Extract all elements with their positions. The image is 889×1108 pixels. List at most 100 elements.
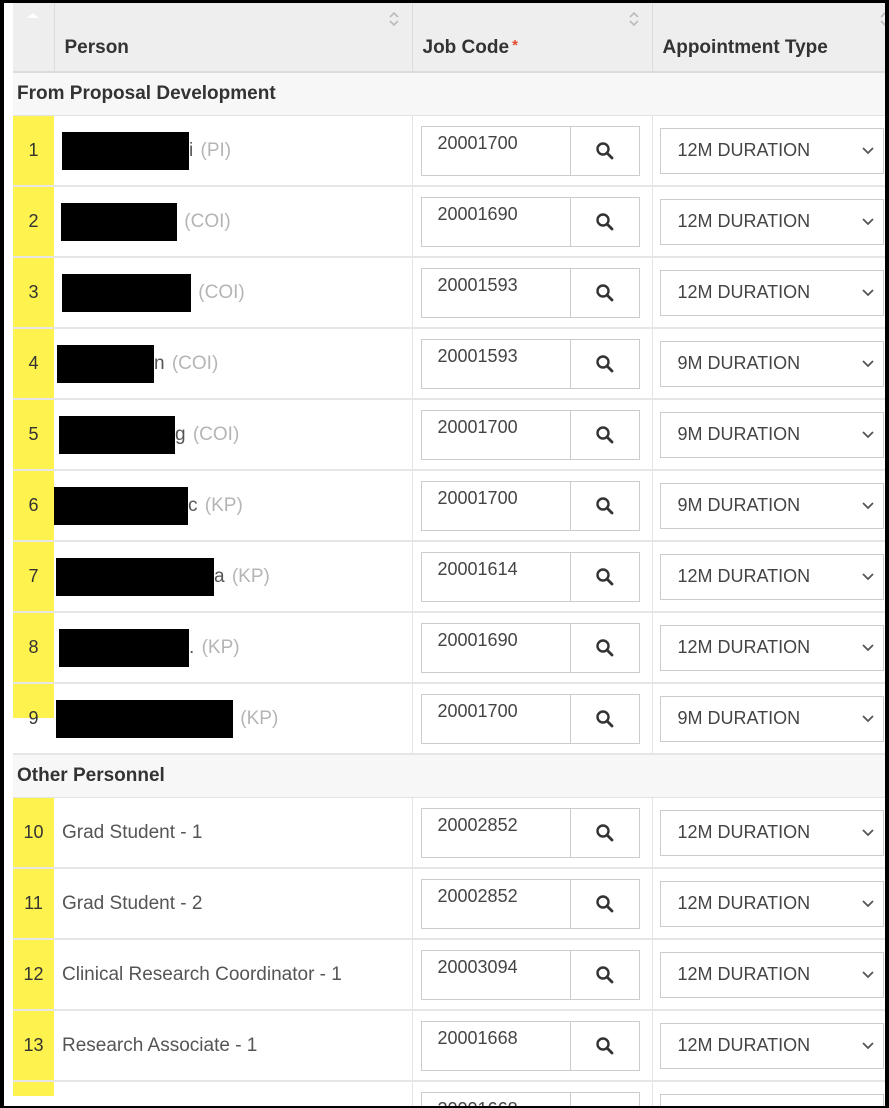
job-code-search-button[interactable] [571, 1022, 639, 1070]
job-code-search-button[interactable] [571, 951, 639, 999]
person-name-suffix: n [154, 352, 165, 374]
appointment-type-select[interactable]: 12M DURATION [659, 624, 884, 671]
group-title: From Proposal Development [13, 72, 885, 116]
sort-icon[interactable] [879, 11, 885, 27]
appointment-type-select[interactable]: 12M DURATION [659, 880, 884, 927]
job-code-input[interactable]: 20001668 [422, 1092, 571, 1106]
row-number: 3 [13, 257, 54, 329]
person-cell: n (COI) [54, 328, 413, 400]
appointment-type-value: 12M DURATION [677, 964, 811, 984]
job-code-input[interactable]: 20001614 [422, 552, 571, 601]
job-code-cell: 20001700 [412, 470, 653, 542]
person-name: Clinical Research Coordinator - 1 [62, 963, 342, 985]
job-code-lookup: 20001700 [420, 125, 640, 176]
job-code-search-button[interactable] [571, 624, 639, 672]
column-header-appointment-type[interactable]: Appointment Type [652, 3, 885, 73]
appointment-type-value: 9M DURATION [677, 424, 801, 444]
column-header-person[interactable]: Person [54, 3, 413, 73]
appointment-type-select[interactable]: 9M DURATION [659, 482, 884, 529]
appointment-type-cell: 12M DURATION [652, 939, 885, 1011]
chevron-down-icon [861, 643, 874, 651]
job-code-search-button[interactable] [571, 553, 639, 601]
appointment-type-select[interactable]: 9M DURATION [659, 411, 884, 458]
appointment-type-value: 12M DURATION [677, 566, 811, 586]
job-code-input[interactable]: 20001593 [422, 268, 571, 317]
row-number: 1 [13, 115, 54, 187]
redacted-name [59, 415, 175, 454]
row-number: 14 [13, 1081, 54, 1106]
job-code-cell: 20001668 [412, 1081, 653, 1107]
search-icon [595, 141, 613, 159]
search-icon [595, 894, 613, 912]
job-code-search-button[interactable] [571, 482, 639, 530]
job-code-lookup: 20001700 [420, 409, 640, 460]
job-code-input[interactable]: 20002852 [422, 879, 571, 928]
table-row: 7 a (KP) 20001614 12M DURATION [13, 541, 885, 613]
job-code-input[interactable]: 20001593 [422, 339, 571, 388]
job-code-input[interactable]: 20001690 [422, 623, 571, 672]
job-code-input[interactable]: 20001668 [422, 1021, 571, 1070]
appointment-type-select[interactable]: 12M DURATION [659, 269, 884, 316]
search-icon [595, 212, 613, 230]
redacted-name [57, 344, 154, 383]
person-cell: (COI) [54, 186, 413, 258]
appointment-type-select[interactable]: 12M DURATION [659, 951, 884, 998]
job-code-input[interactable]: 20001700 [422, 126, 571, 175]
job-code-search-button[interactable] [571, 198, 639, 246]
appointment-type-select[interactable]: 12M DURATION [659, 553, 884, 600]
appointment-type-select[interactable]: 12M DURATION [659, 127, 884, 174]
person-role: (KP) [240, 707, 279, 729]
appointment-type-cell: 9M DURATION [652, 399, 885, 471]
job-code-lookup: 20001700 [420, 480, 640, 531]
job-code-search-button[interactable] [571, 880, 639, 928]
sort-ascending-icon[interactable] [27, 13, 39, 18]
job-code-input[interactable]: 20002852 [422, 808, 571, 857]
appointment-type-select[interactable]: 12M DURATION [659, 1093, 884, 1106]
person-cell: c (KP) [54, 470, 413, 542]
job-code-search-button[interactable] [571, 1093, 639, 1107]
column-header-job-code[interactable]: Job Code * [412, 3, 653, 73]
job-code-lookup: 20001690 [420, 622, 640, 673]
redacted-name [54, 486, 188, 525]
job-code-input[interactable]: 20001690 [422, 197, 571, 246]
sort-icon[interactable] [628, 11, 640, 27]
person-role: (COI) [171, 352, 219, 374]
appointment-type-select[interactable]: 12M DURATION [659, 1022, 884, 1069]
job-code-input[interactable]: 20001700 [422, 481, 571, 530]
appointment-type-cell: 9M DURATION [652, 328, 885, 400]
person-cell: a (KP) [54, 541, 413, 613]
column-header-index[interactable] [13, 3, 55, 73]
job-code-lookup: 20001593 [420, 267, 640, 318]
row-number: 8 [13, 612, 54, 684]
table-row: 1 i (PI) 20001700 12M DURATION [13, 115, 885, 187]
job-code-input[interactable]: 20001700 [422, 410, 571, 459]
appointment-type-select[interactable]: 12M DURATION [659, 198, 884, 245]
job-code-input[interactable]: 20001700 [422, 694, 571, 743]
job-code-cell: 20001593 [412, 328, 653, 400]
job-code-search-button[interactable] [571, 809, 639, 857]
person-role: (KP) [231, 565, 270, 587]
job-code-cell: 20001614 [412, 541, 653, 613]
job-code-search-button[interactable] [571, 127, 639, 175]
search-icon [595, 965, 613, 983]
job-code-cell: 20001700 [412, 683, 653, 755]
job-code-search-button[interactable] [571, 340, 639, 388]
job-code-input[interactable]: 20003094 [422, 950, 571, 999]
chevron-down-icon [861, 146, 874, 154]
chevron-down-icon [861, 828, 874, 836]
appointment-type-select[interactable]: 9M DURATION [659, 340, 884, 387]
group-header-row: Other Personnel [13, 754, 885, 798]
appointment-type-cell: 12M DURATION [652, 612, 885, 684]
person-cell: Research Associate - 2 [54, 1081, 413, 1106]
person-role: (KP) [204, 494, 243, 516]
appointment-type-value: 12M DURATION [677, 140, 811, 160]
job-code-search-button[interactable] [571, 411, 639, 459]
appointment-type-select[interactable]: 9M DURATION [659, 695, 884, 742]
job-code-search-button[interactable] [571, 695, 639, 743]
row-number: 13 [13, 1010, 54, 1082]
chevron-down-icon [861, 217, 874, 225]
appointment-type-select[interactable]: 12M DURATION [659, 809, 884, 856]
job-code-search-button[interactable] [571, 269, 639, 317]
job-code-cell: 20001700 [412, 399, 653, 471]
sort-icon[interactable] [388, 11, 400, 27]
